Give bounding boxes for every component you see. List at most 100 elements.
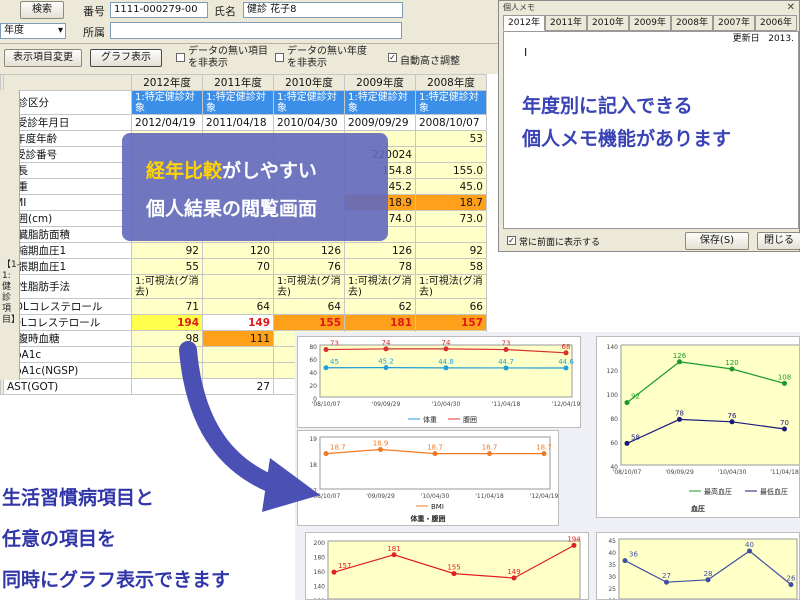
table-cell[interactable]: 58 [416,259,487,275]
table-cell[interactable]: 1:可視法(グ消去) [132,275,203,299]
legend-label: 体重 [423,415,437,424]
chart-ldl[interactable]: 200180160140120157181155149194 [305,532,589,600]
table-cell[interactable]: 1:特定健診対象 [345,91,416,115]
hide-nodata-item-line2: を非表示 [188,58,228,69]
year-select[interactable]: 年度▾ [0,23,66,39]
table-cell[interactable]: 2008/10/07 [416,115,487,131]
table-cell[interactable]: 1:特定健診対象 [203,91,274,115]
table-cell[interactable]: 2011/04/18 [203,115,274,131]
table-cell[interactable]: 70 [203,259,274,275]
close-icon[interactable]: ✕ [787,2,795,13]
row-label: 拡張期血圧1 [4,259,132,275]
table-cell[interactable]: 45.0 [416,179,487,195]
table-cell[interactable]: 55 [132,259,203,275]
chart-blood-pressure[interactable]: 1401201008060409212612010858787670'08/10… [596,336,800,518]
year-header[interactable]: 2009年度 [345,75,416,91]
memo-tab[interactable]: 2007年度 [713,15,755,31]
table-cell[interactable]: 181 [345,315,416,331]
weight-label: 45.2 [378,358,394,366]
row-label: 腹囲(cm) [4,211,132,227]
header-bar: 検索 年度▾ 番号 1111-000279-00 氏名 健診 花子8 所属 [0,0,500,44]
close-button[interactable]: 閉じる [757,232,800,250]
table-cell[interactable]: 1:特定健診対象 [416,91,487,115]
ldl-point [572,543,577,548]
table-cell[interactable]: 120 [203,243,274,259]
table-cell[interactable]: 1:可視法(グ消去) [274,275,345,299]
y-tick-label: 45 [608,538,616,545]
table-cell[interactable]: 66 [416,299,487,315]
table-cell[interactable]: 1:可視法(グ消去) [416,275,487,299]
table-cell[interactable]: 155.0 [416,163,487,179]
name-field[interactable]: 健診 花子8 [243,2,403,18]
table-cell[interactable]: 18.7 [416,195,487,211]
table-cell[interactable]: 126 [274,243,345,259]
y-tick-label: 100 [607,392,619,399]
memo-tab[interactable]: 2009年度 [629,15,671,31]
row-label: 中性脂肪手法 [4,275,132,299]
graph-caption-line1: 生活習慣病項目と [2,478,230,519]
year-header[interactable]: 2008年度 [416,75,487,91]
chart-weight-waist[interactable]: 8060402004545.244.844.744.67374747368'08… [297,336,581,428]
memo-tab[interactable]: 2012年度 [503,15,545,31]
table-cell[interactable]: 78 [345,259,416,275]
hide-nodata-year-checkbox[interactable] [275,53,284,62]
memo-tab[interactable]: 2008年度 [671,15,713,31]
table-cell[interactable]: 64 [203,299,274,315]
year-header[interactable]: 2011年度 [203,75,274,91]
diastolic-point [730,419,735,424]
table-cell[interactable]: 149 [203,315,274,331]
year-header[interactable]: 2010年度 [274,75,345,91]
chart-liver[interactable]: 4540353025203627284026 [596,532,800,600]
table-cell[interactable]: 2009/09/29 [345,115,416,131]
liver-label: 26 [787,575,796,583]
y-tick-label: 25 [608,586,616,593]
items-change-button[interactable]: 表示項目変更 [4,49,82,67]
table-cell[interactable]: 1:特定健診対象 [132,91,203,115]
table-cell[interactable]: 76 [274,259,345,275]
table-cell[interactable]: 1:特定健診対象 [274,91,345,115]
table-cell[interactable]: 92 [132,243,203,259]
id-field[interactable]: 1111-000279-00 [110,2,208,18]
table-cell[interactable]: 155 [274,315,345,331]
table-cell[interactable]: 2010/04/30 [274,115,345,131]
table-cell[interactable]: 62 [345,299,416,315]
liver-label: 36 [629,551,638,559]
table-cell[interactable]: 157 [416,315,487,331]
hide-nodata-item-checkbox[interactable] [176,53,185,62]
waist-point [444,346,449,351]
diastolic-label: 70 [780,419,789,427]
x-tick-label: '10/04/30 [421,493,450,500]
table-cell[interactable]: 64 [274,299,345,315]
table-cell[interactable]: 194 [132,315,203,331]
search-button[interactable]: 検索 [20,1,64,19]
table-cell[interactable]: 126 [345,243,416,259]
table-cell[interactable]: 71 [132,299,203,315]
table-cell[interactable]: 2012/04/19 [132,115,203,131]
dept-field[interactable] [110,22,402,39]
row-label: ◆受診番号 [4,147,132,163]
graph-button[interactable]: グラフ表示 [90,49,162,67]
memo-tab[interactable]: 2011年度 [545,15,587,31]
table-cell[interactable]: 92 [416,243,487,259]
table-cell[interactable]: 73.0 [416,211,487,227]
save-button[interactable]: 保存(S) [685,232,749,250]
table-row: ■受診年月日2012/04/192011/04/182010/04/302009… [1,115,487,131]
autoheight-label: 自動高さ調整 [400,52,460,67]
memo-tab[interactable]: 2010年度 [587,15,629,31]
x-tick-label: '11/04/18 [770,469,799,476]
year-header[interactable]: 2012年度 [132,75,203,91]
text-cursor-icon: I [524,46,527,59]
table-cell[interactable] [416,227,487,243]
chart-bmi[interactable]: 19181718.718.918.718.718.7'08/10/07'09/0… [297,430,559,526]
table-cell[interactable] [203,275,274,299]
table-row: LDLコレステロール194149155181157 [1,315,487,331]
autoheight-checkbox[interactable]: ✓ [388,53,397,62]
table-cell[interactable] [416,147,487,163]
waist-label: 68 [562,343,571,351]
table-cell[interactable]: 1:可視法(グ消去) [345,275,416,299]
table-row: 収縮期血圧19212012612692 [1,243,487,259]
topmost-checkbox[interactable]: ✓ [507,236,516,245]
systolic-label: 126 [673,352,687,360]
memo-tab[interactable]: 2006年 [755,15,797,31]
table-cell[interactable]: 53 [416,131,487,147]
